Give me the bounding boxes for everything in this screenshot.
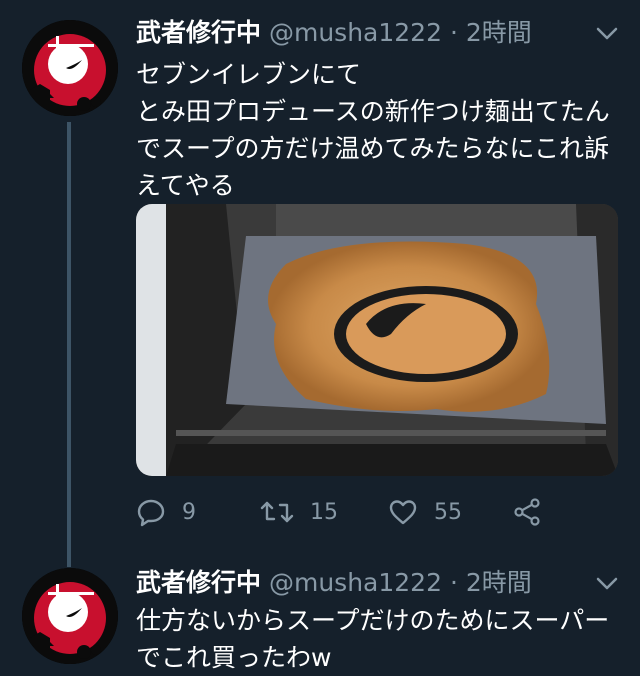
chevron-down-icon[interactable] [596,26,618,42]
timestamp[interactable]: 2時間 [466,568,532,597]
avatar[interactable] [22,20,118,116]
display-name[interactable]: 武者修行中 [136,568,261,597]
heart-icon [389,500,417,525]
thread-line [67,122,71,567]
tweet-text: 仕方ないからスープだけのためにスーパーでこれ買ったわw [136,606,610,672]
avatar-image [22,20,118,116]
avatar[interactable] [22,568,118,664]
share-button[interactable] [512,492,558,532]
handle[interactable]: @musha1222 [269,568,442,597]
share-icon [514,498,540,526]
like-button[interactable]: 55 [388,492,462,532]
reply-count: 9 [182,499,196,525]
tweet[interactable]: 武者修行中 @musha1222 · 2時間 セブンイレブンにて とみ田プロデュ… [0,0,640,567]
tweet-header: 武者修行中 @musha1222 · 2時間 [136,16,532,50]
retweet-count: 15 [310,499,338,525]
timestamp[interactable]: 2時間 [466,18,532,47]
avatar-image [22,568,118,664]
tweet-header: 武者修行中 @musha1222 · 2時間 [136,566,532,600]
reply-button[interactable]: 9 [136,492,196,532]
handle[interactable]: @musha1222 [269,18,442,47]
separator: · [449,568,458,597]
tweet-actions: 9 15 55 [136,492,616,532]
tweet-text: セブンイレブンにて とみ田プロデュースの新作つけ麺出てたんでスープの方だけ温めて… [136,60,610,200]
chevron-down-icon[interactable] [596,576,618,592]
tweet-media[interactable] [136,204,618,476]
microwave-photo [136,204,618,476]
separator: · [449,18,458,47]
tweet[interactable]: 武者修行中 @musha1222 · 2時間 仕方ないからスープだけのためにスー… [0,560,640,672]
like-count: 55 [434,499,462,525]
retweet-button[interactable]: 15 [260,492,338,532]
retweet-icon [260,501,294,523]
display-name[interactable]: 武者修行中 [136,18,261,47]
reply-icon [137,499,165,527]
